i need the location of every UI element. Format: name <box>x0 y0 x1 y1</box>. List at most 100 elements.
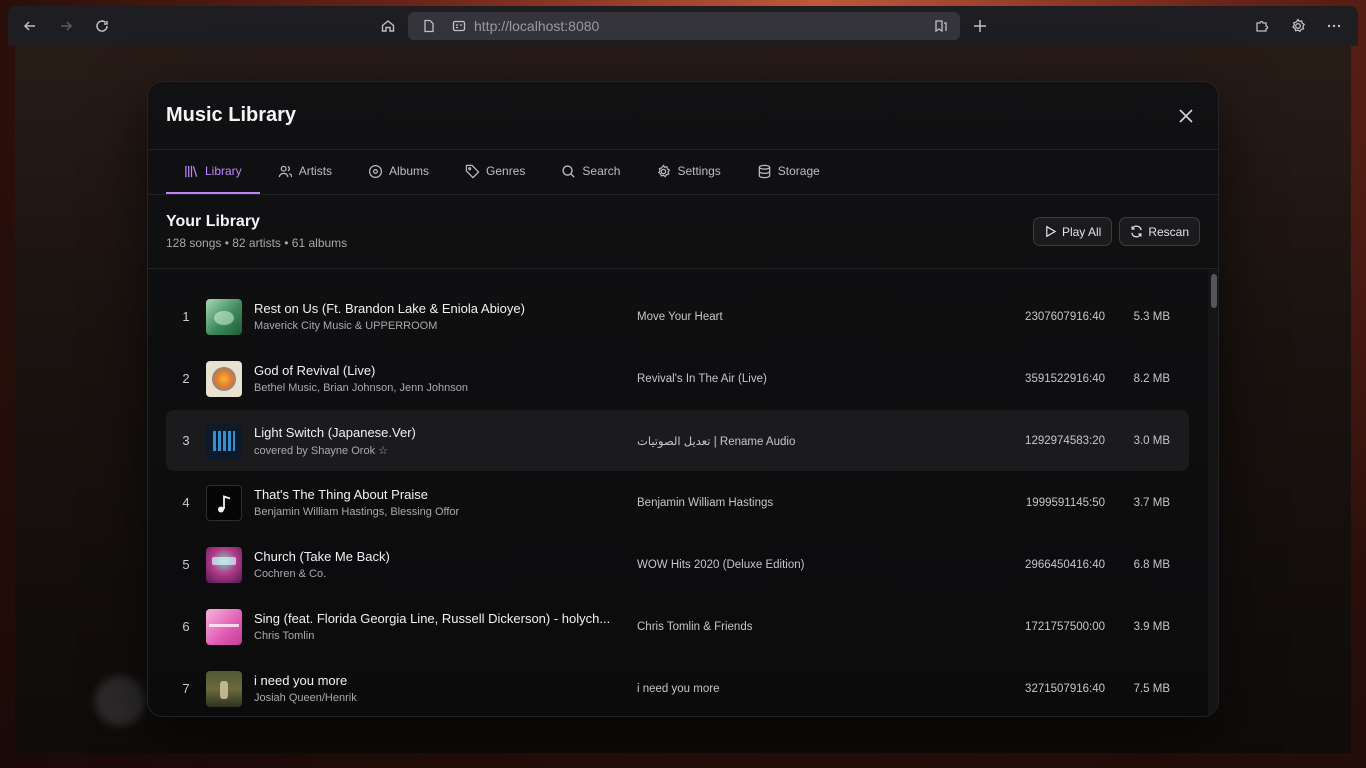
song-artist: Bethel Music, Brian Johnson, Jenn Johnso… <box>254 382 469 394</box>
tab-bar: Library Artists Albums Genres Search Set… <box>148 150 1218 195</box>
song-size: 8.2 MB <box>1133 372 1170 385</box>
song-duration: 2966450416:40 <box>1025 558 1105 571</box>
tab-library[interactable]: Library <box>166 150 260 194</box>
reading-mode-icon[interactable] <box>934 19 948 33</box>
song-album: Chris Tomlin & Friends <box>637 620 753 633</box>
song-size: 5.3 MB <box>1133 310 1170 323</box>
play-all-button[interactable]: Play All <box>1032 217 1113 246</box>
address-bar[interactable]: http://localhost:8080 <box>408 12 960 40</box>
tab-label: Genres <box>486 164 526 178</box>
puzzle-icon <box>1256 20 1269 32</box>
track-number: 7 <box>182 681 190 696</box>
tab-label: Artists <box>298 164 333 178</box>
album-art <box>206 422 242 459</box>
extensions-button[interactable] <box>1244 12 1280 40</box>
song-row[interactable]: 2 God of Revival (Live) Bethel Music, Br… <box>166 348 1189 409</box>
close-button[interactable] <box>1172 102 1200 130</box>
arrow-left-icon <box>23 21 35 31</box>
menu-button[interactable] <box>1316 12 1352 40</box>
search-icon <box>562 164 575 178</box>
home-button[interactable] <box>370 12 406 40</box>
library-icon <box>185 165 198 177</box>
tab-albums[interactable]: Albums <box>350 150 447 194</box>
song-duration: 1721757500:00 <box>1025 620 1105 633</box>
tag-icon <box>465 164 480 178</box>
tab-label: Storage <box>777 164 820 178</box>
tab-settings[interactable]: Settings <box>638 150 738 194</box>
album-art <box>206 298 242 335</box>
page-icon <box>424 19 434 33</box>
modal-header: Music Library <box>148 82 1218 150</box>
song-artist: covered by Shayne Orok ☆ <box>254 444 388 457</box>
song-album: تعديل الصوتيات | Rename Audio <box>637 435 796 448</box>
album-art <box>206 360 242 397</box>
song-size: 3.7 MB <box>1133 496 1170 509</box>
disc-icon <box>369 164 383 178</box>
tab-label: Search <box>582 164 621 178</box>
rescan-label: Rescan <box>1148 224 1189 239</box>
tab-label: Albums <box>389 164 430 178</box>
song-size: 3.0 MB <box>1133 434 1170 447</box>
song-artist: Cochren & Co. <box>254 568 327 580</box>
song-row[interactable]: 6 Sing (feat. Florida Georgia Line, Russ… <box>166 596 1189 657</box>
song-row[interactable]: 4 That's The Thing About Praise Benjamin… <box>166 472 1189 533</box>
song-list: 1 Rest on Us (Ft. Brandon Lake & Eniola … <box>148 270 1208 716</box>
song-size: 3.9 MB <box>1133 620 1170 633</box>
song-title: Rest on Us (Ft. Brandon Lake & Eniola Ab… <box>254 301 525 316</box>
play-all-label: Play All <box>1061 224 1102 239</box>
back-button[interactable] <box>12 12 48 40</box>
plus-icon <box>974 20 986 32</box>
song-title: i need you more <box>254 673 348 688</box>
song-artist: Josiah Queen/Henrik <box>254 692 357 704</box>
forward-button[interactable] <box>48 12 84 40</box>
song-title: Church (Take Me Back) <box>254 549 390 564</box>
reload-button[interactable] <box>84 12 120 40</box>
tab-genres[interactable]: Genres <box>447 150 543 194</box>
backdrop-avatar <box>95 676 145 726</box>
song-row[interactable]: 3 Light Switch (Japanese.Ver) covered by… <box>166 410 1189 471</box>
tab-search[interactable]: Search <box>543 150 638 194</box>
modal-title: Music Library <box>166 104 297 126</box>
new-tab-button[interactable] <box>962 12 998 40</box>
track-number: 1 <box>182 309 190 324</box>
arrow-right-icon <box>61 21 73 31</box>
song-duration: 3271507916:40 <box>1025 682 1105 695</box>
scrollbar-thumb[interactable] <box>1211 274 1217 308</box>
library-title: Your Library <box>166 213 260 230</box>
music-library-modal: Music Library Library Artists Albums Gen… <box>147 81 1219 717</box>
song-row[interactable]: 1 Rest on Us (Ft. Brandon Lake & Eniola … <box>166 286 1189 347</box>
site-info-icon[interactable] <box>452 19 466 33</box>
settings-button[interactable] <box>1280 12 1316 40</box>
song-size: 7.5 MB <box>1133 682 1170 695</box>
song-artist: Maverick City Music & UPPERROOM <box>254 320 438 332</box>
tab-storage[interactable]: Storage <box>739 150 838 194</box>
users-icon <box>278 165 292 177</box>
close-icon <box>1179 108 1193 123</box>
tab-label: Settings <box>677 164 721 178</box>
song-list-scrollbar[interactable] <box>1208 270 1218 716</box>
song-album: Move Your Heart <box>637 310 723 323</box>
album-art <box>206 670 242 707</box>
gear-icon <box>658 163 671 177</box>
track-number: 2 <box>182 371 190 386</box>
album-art <box>206 546 242 583</box>
tab-artists[interactable]: Artists <box>260 150 350 194</box>
song-row[interactable]: 5 Church (Take Me Back) Cochren & Co. WO… <box>166 534 1189 595</box>
track-number: 4 <box>182 495 190 510</box>
track-number: 3 <box>182 433 190 448</box>
track-number: 5 <box>182 557 190 572</box>
home-icon <box>381 20 395 32</box>
song-row[interactable]: 7 i need you more Josiah Queen/Henrik i … <box>166 658 1189 716</box>
database-icon <box>758 164 771 178</box>
song-title: Sing (feat. Florida Georgia Line, Russel… <box>254 611 611 626</box>
rescan-button[interactable]: Rescan <box>1119 217 1200 246</box>
library-header: Your Library 128 songs • 82 artists • 61… <box>148 195 1218 269</box>
browser-toolbar: http://localhost:8080 <box>8 6 1358 46</box>
library-stats: 128 songs • 82 artists • 61 albums <box>166 236 348 250</box>
song-album: Benjamin William Hastings <box>637 496 774 509</box>
gear-icon <box>1292 18 1306 33</box>
song-album: i need you more <box>637 682 720 695</box>
song-artist: Chris Tomlin <box>254 630 315 642</box>
album-art <box>206 484 242 521</box>
song-title: That's The Thing About Praise <box>254 487 428 502</box>
